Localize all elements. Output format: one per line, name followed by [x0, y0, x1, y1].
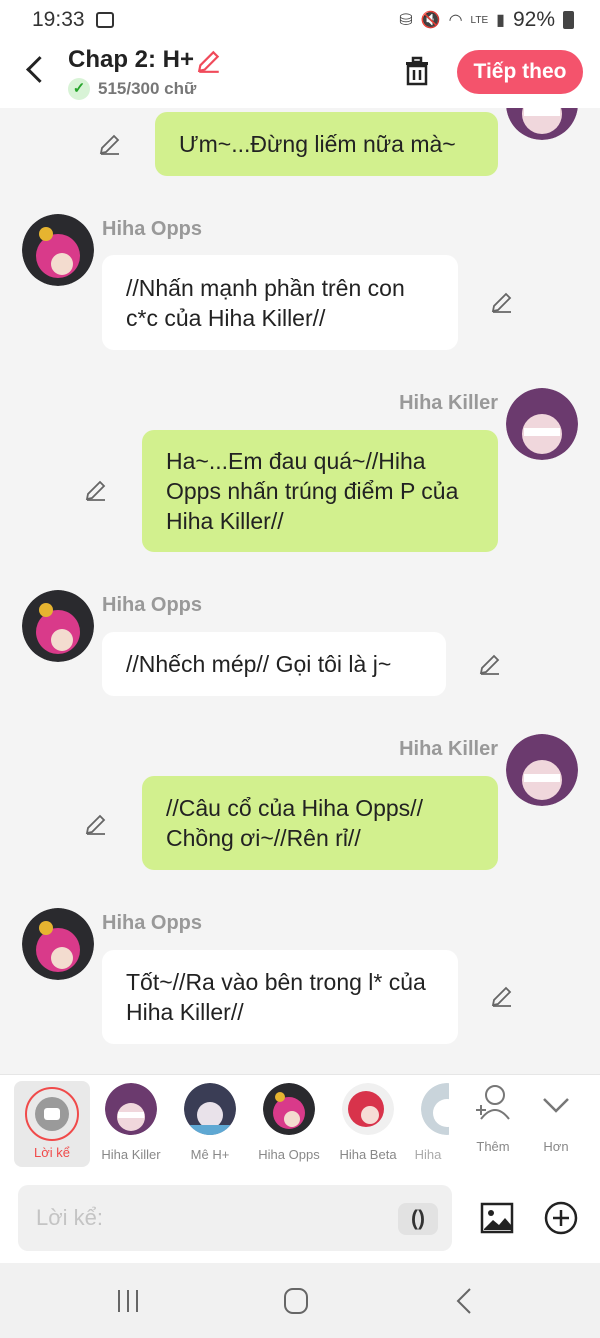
avatar: [263, 1083, 315, 1135]
narrator-button[interactable]: Lời kể: [14, 1081, 90, 1167]
avatar: [105, 1083, 157, 1135]
message-bubble[interactable]: //Nhếch mép// Gọi tôi là j~: [102, 632, 446, 696]
avatar: [184, 1083, 236, 1135]
more-button[interactable]: Hơn: [516, 1083, 596, 1154]
edit-message-icon[interactable]: [490, 984, 514, 1008]
message-bubble[interactable]: Ha~...Em đau quá~//Hiha Opps nhấn trúng …: [142, 430, 498, 552]
wifi-icon: ◠: [448, 12, 463, 29]
sender-name: Hiha Opps: [102, 912, 203, 934]
edit-message-icon[interactable]: [98, 132, 122, 156]
recent-apps-icon[interactable]: [108, 1285, 148, 1317]
back-icon[interactable]: [20, 52, 50, 88]
add-icon[interactable]: [544, 1201, 578, 1235]
message-text: Ưm~...Đừng liếm nữa mà~: [179, 131, 456, 157]
edit-title-icon[interactable]: [196, 48, 222, 74]
chapter-title[interactable]: Chap 2: H+: [68, 46, 194, 74]
message-text: Tốt~//Ra vào bên trong l* của Hiha Kille…: [126, 969, 426, 1025]
image-icon: [96, 12, 114, 28]
word-count: 515/300 chữ: [98, 79, 197, 98]
signal-icon: ▮: [496, 12, 505, 29]
character-label: Hiha: [414, 1147, 442, 1162]
avatar-hiha-opps[interactable]: [22, 908, 94, 980]
system-nav-bar: [0, 1263, 600, 1338]
check-icon: ✓: [68, 78, 90, 100]
message-input[interactable]: [18, 1185, 452, 1251]
status-time: 19:33: [32, 8, 85, 31]
character-label: Hiha Opps: [258, 1147, 320, 1162]
image-icon[interactable]: [480, 1201, 514, 1235]
sender-name: Hiha Killer: [399, 392, 498, 414]
input-bar: (): [0, 1175, 600, 1263]
character-hiha-beta[interactable]: Hiha Beta: [328, 1083, 408, 1162]
narrator-icon: [35, 1097, 69, 1131]
edit-message-icon[interactable]: [84, 478, 108, 502]
battery-saver-icon: ⛁: [399, 12, 413, 29]
avatar: [421, 1083, 449, 1135]
edit-message-icon[interactable]: [478, 652, 502, 676]
word-count-row: ✓ 515/300 chữ: [68, 78, 196, 100]
chapter-header: Chap 2: H+ ✓ 515/300 chữ Tiếp theo: [0, 40, 600, 108]
character-label: Hiha Killer: [101, 1147, 161, 1162]
status-icons: ⛁ 🔇 ◠ LTE ▮ 92%: [399, 8, 574, 32]
narrator-label: Lời kể: [34, 1145, 70, 1160]
avatar-hiha-killer[interactable]: [506, 388, 578, 460]
home-icon[interactable]: [276, 1285, 316, 1317]
avatar-hiha-opps[interactable]: [22, 214, 94, 286]
battery-level: 92%: [512, 8, 555, 31]
sender-name: Hiha Killer: [399, 738, 498, 760]
chevron-down-icon: [543, 1098, 569, 1113]
avatar-hiha-opps[interactable]: [22, 590, 94, 662]
message-text: //Nhếch mép// Gọi tôi là j~: [126, 651, 392, 677]
chat-area: Ưm~...Đừng liếm nữa mà~ Hiha Opps //Nhấn…: [0, 108, 600, 1074]
avatar: [342, 1083, 394, 1135]
sender-name: Hiha Opps: [102, 594, 203, 616]
message-text: //Nhấn mạnh phần trên con c*c của Hiha K…: [126, 274, 405, 331]
character-hiha-killer[interactable]: Hiha Killer: [91, 1083, 171, 1162]
battery-icon: [563, 11, 574, 29]
sender-name: Hiha Opps: [102, 218, 203, 240]
message-bubble[interactable]: Ưm~...Đừng liếm nữa mà~: [155, 112, 498, 176]
character-bar: Lời kể Hiha Killer Mê H+ Hiha Opps Hiha …: [0, 1074, 600, 1175]
next-button[interactable]: Tiếp theo: [457, 50, 583, 94]
volte-icon: LTE: [470, 14, 489, 26]
character-label: Hiha Beta: [339, 1147, 397, 1162]
character-label: Mê H+: [190, 1147, 230, 1162]
character-hiha-opps[interactable]: Hiha Opps: [249, 1083, 329, 1162]
trash-icon[interactable]: [400, 54, 434, 88]
character-me-h[interactable]: Mê H+: [170, 1083, 250, 1162]
status-bar: 19:33 ⛁ 🔇 ◠ LTE ▮ 92%: [0, 0, 600, 40]
add-person-icon: [476, 1085, 510, 1120]
edit-message-icon[interactable]: [490, 290, 514, 314]
back-nav-icon[interactable]: [446, 1285, 486, 1317]
mute-icon: 🔇: [420, 12, 441, 29]
message-bubble[interactable]: //Câu cổ của Hiha Opps// Chồng ơi~//Rên …: [142, 776, 498, 870]
message-bubble[interactable]: Tốt~//Ra vào bên trong l* của Hiha Kille…: [102, 950, 458, 1044]
message-text: //Câu cổ của Hiha Opps// Chồng ơi~//Rên …: [166, 795, 423, 851]
avatar-hiha-killer[interactable]: [506, 734, 578, 806]
message-bubble[interactable]: //Nhấn mạnh phần trên con c*c của Hiha K…: [102, 255, 458, 350]
more-label: Hơn: [543, 1139, 569, 1154]
character-hiha[interactable]: Hiha: [407, 1083, 449, 1162]
avatar-hiha-killer[interactable]: [506, 108, 578, 140]
edit-message-icon[interactable]: [84, 812, 108, 836]
parenthesis-button[interactable]: (): [398, 1203, 438, 1235]
message-text: Ha~...Em đau quá~//Hiha Opps nhấn trúng …: [166, 448, 459, 534]
